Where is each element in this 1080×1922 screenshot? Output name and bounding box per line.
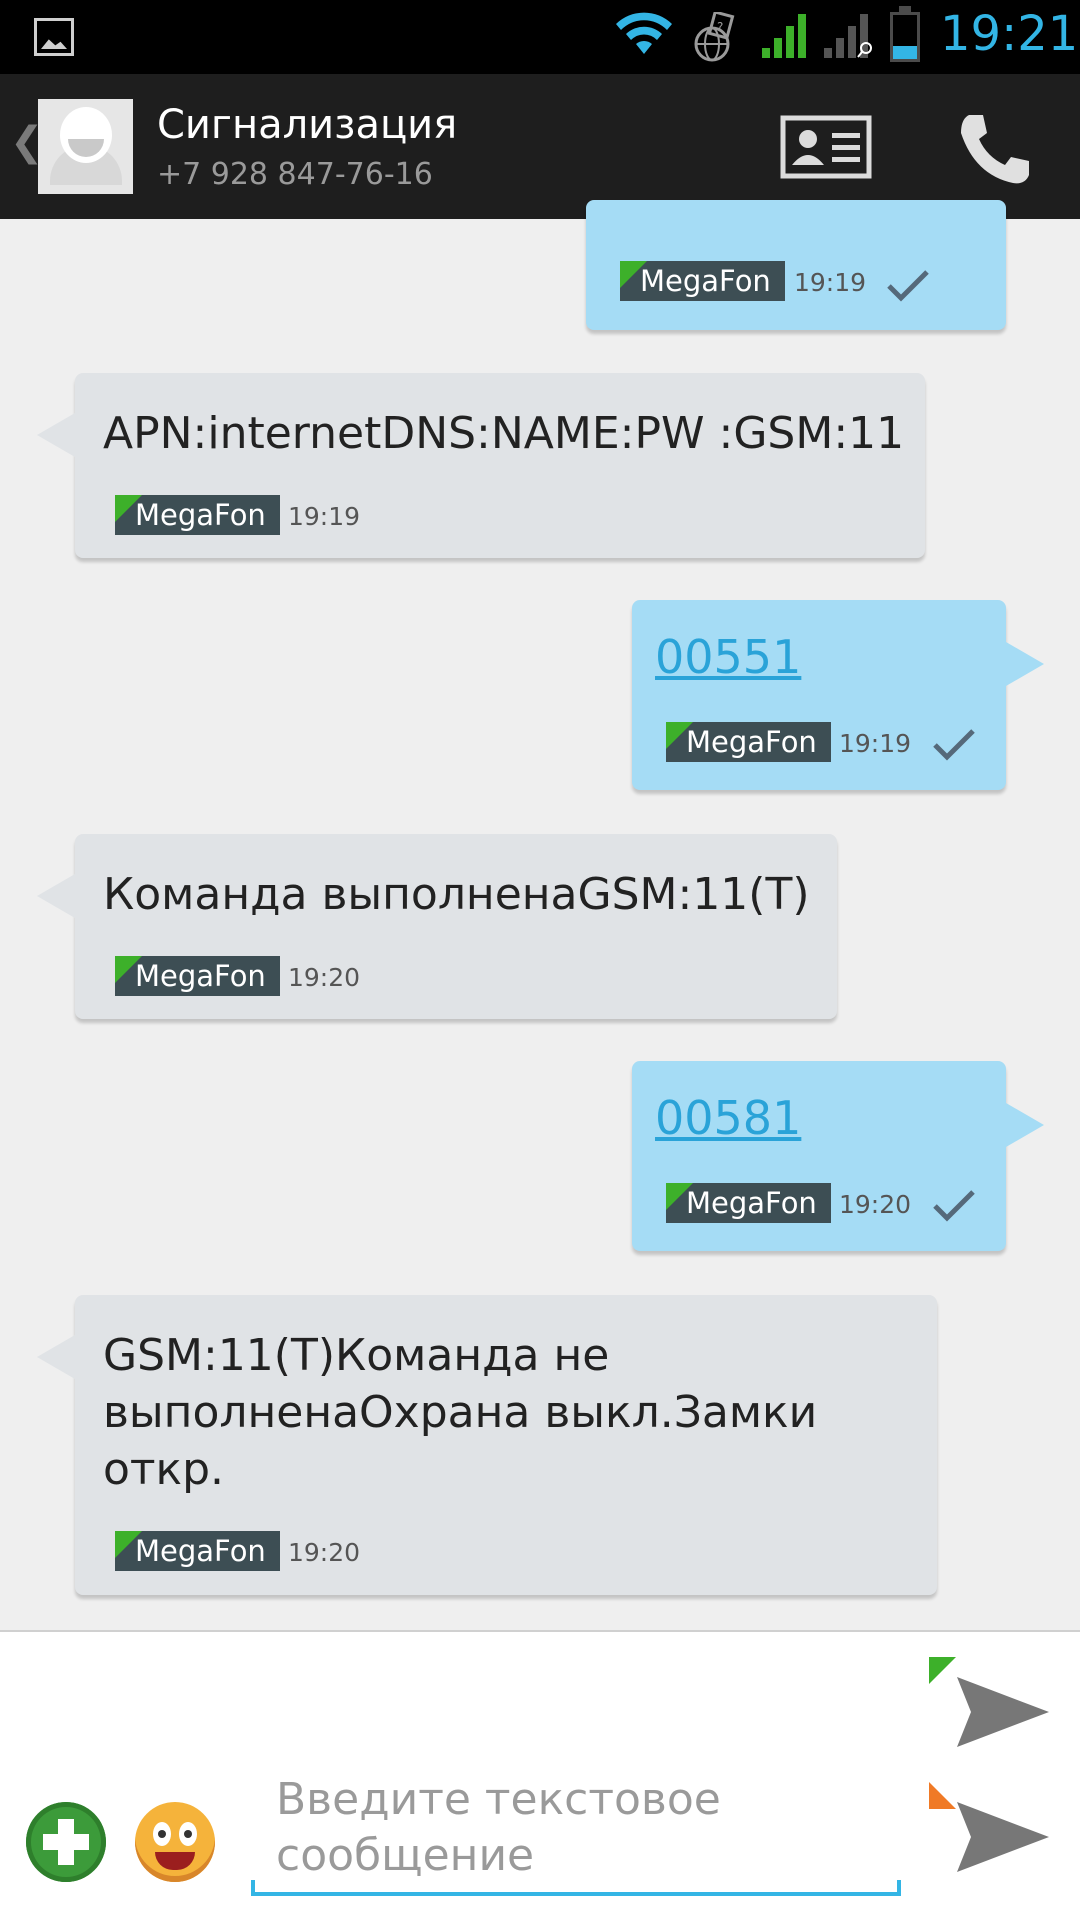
send-arrow-icon bbox=[957, 1802, 1049, 1872]
phone-call-icon[interactable] bbox=[955, 109, 1035, 189]
message-time: 19:19 bbox=[839, 729, 912, 758]
message-text: APN:internetDNS:NAME:PW :GSM:11 bbox=[103, 408, 905, 459]
status-bar: ? 19:21 bbox=[0, 0, 1080, 74]
attach-plus-icon[interactable] bbox=[26, 1802, 106, 1882]
operator-badge: MegaFon bbox=[115, 1531, 280, 1571]
message-bubble-outgoing[interactable]: 00551 MegaFon 19:19 bbox=[632, 600, 1044, 790]
message-input[interactable]: Введите текстовое сообщение bbox=[251, 1762, 901, 1896]
message-bubble-outgoing[interactable]: 00581 MegaFon 19:20 bbox=[632, 1061, 1044, 1251]
message-bubble-incoming[interactable]: GSM:11(T)Команда не выполненаОхрана выкл… bbox=[37, 1295, 937, 1595]
message-link-text[interactable]: 00581 bbox=[655, 1091, 801, 1145]
send-sim2-button[interactable] bbox=[929, 1782, 1049, 1892]
operator-badge: MegaFon bbox=[666, 722, 831, 762]
message-bubble-incoming[interactable]: APN:internetDNS:NAME:PW :GSM:11 MegaFon … bbox=[37, 373, 925, 558]
operator-badge: MegaFon bbox=[115, 495, 280, 535]
signal-sim2-icon bbox=[824, 14, 872, 58]
operator-badge: MegaFon bbox=[620, 261, 785, 301]
compose-bar: Введите текстовое сообщение bbox=[0, 1630, 1080, 1922]
send-sim1-button[interactable] bbox=[929, 1657, 1049, 1767]
message-time: 19:20 bbox=[288, 963, 361, 992]
status-time: 19:21 bbox=[940, 6, 1079, 62]
battery-icon bbox=[890, 12, 920, 62]
message-link-text[interactable]: 00551 bbox=[655, 630, 801, 684]
operator-badge: MegaFon bbox=[115, 956, 280, 996]
contact-card-icon[interactable] bbox=[780, 115, 872, 179]
delivered-check-icon bbox=[887, 270, 929, 302]
message-time: 19:20 bbox=[288, 1538, 361, 1567]
delivered-check-icon bbox=[933, 1190, 975, 1222]
message-text: Команда выполненаGSM:11(T) bbox=[103, 869, 810, 920]
message-time: 19:19 bbox=[288, 502, 361, 531]
conversation-header: ❮ Сигнализация +7 928 847-76-16 bbox=[0, 74, 1080, 219]
message-time: 19:20 bbox=[839, 1190, 912, 1219]
delivered-check-icon bbox=[933, 729, 975, 761]
contact-avatar[interactable] bbox=[38, 99, 133, 194]
send-arrow-icon bbox=[957, 1677, 1049, 1747]
message-bubble-outgoing[interactable]: MegaFon 19:19 bbox=[586, 200, 1006, 330]
roaming-globe-icon: ? bbox=[694, 12, 735, 62]
contact-phone: +7 928 847-76-16 bbox=[157, 157, 433, 192]
contact-name: Сигнализация bbox=[157, 102, 458, 148]
message-bubble-incoming[interactable]: Команда выполненаGSM:11(T) MegaFon 19:20 bbox=[37, 834, 837, 1019]
wifi-icon bbox=[616, 12, 672, 54]
signal-sim1-icon bbox=[762, 14, 806, 58]
emoji-smiley-icon[interactable] bbox=[135, 1802, 215, 1882]
message-text: GSM:11(T)Команда не выполненаОхрана выкл… bbox=[103, 1330, 818, 1495]
image-notification-icon bbox=[34, 18, 74, 56]
message-time: 19:19 bbox=[794, 268, 867, 297]
svg-text:?: ? bbox=[717, 20, 723, 34]
message-input-placeholder: Введите текстовое сообщение bbox=[276, 1774, 721, 1881]
operator-badge: MegaFon bbox=[666, 1183, 831, 1223]
